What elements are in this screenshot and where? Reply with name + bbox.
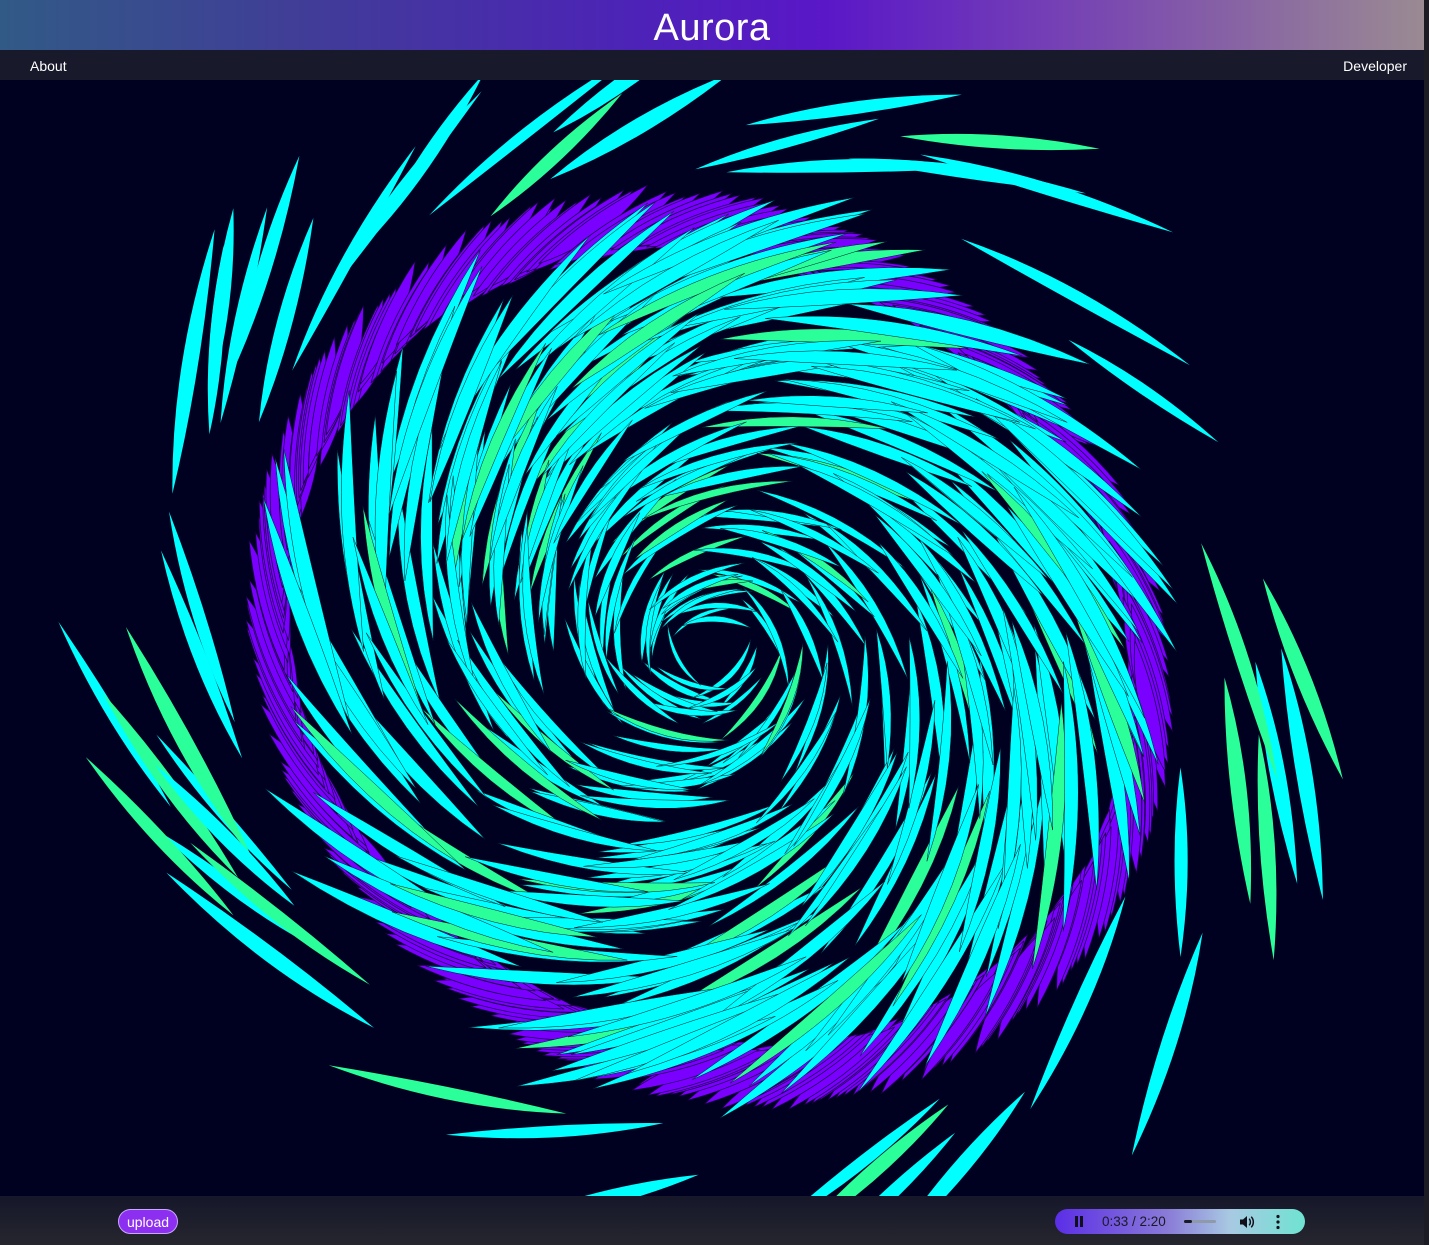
nav-bar: About Developer [0,50,1424,80]
upload-button[interactable]: upload [118,1209,178,1234]
seek-slider[interactable] [1184,1220,1216,1223]
more-options-icon[interactable] [1275,1214,1281,1230]
spiral-visualization [58,80,1343,1196]
title-bar: Aurora [0,0,1424,50]
visualizer-canvas [0,80,1424,1196]
nav-developer-link[interactable]: Developer [1343,58,1407,74]
bottom-bar: upload 0:33 / 2:20 [0,1196,1424,1245]
time-readout: 0:33 / 2:20 [1102,1214,1166,1229]
audio-player: 0:33 / 2:20 [1055,1209,1305,1234]
seek-progress [1184,1220,1192,1223]
aurora-app: Aurora About Developer upload 0:33 / 2:2… [0,0,1424,1245]
volume-icon[interactable] [1239,1215,1255,1229]
nav-about-link[interactable]: About [30,58,67,74]
app-title: Aurora [653,6,771,49]
pause-icon[interactable] [1073,1216,1085,1227]
